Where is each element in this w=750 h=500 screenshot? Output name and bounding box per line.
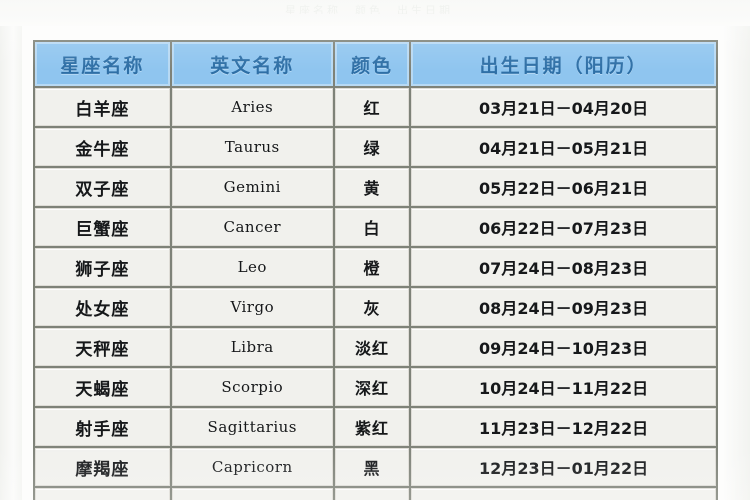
cell-constellation-name: 金牛座: [35, 128, 170, 166]
cell-constellation-name: 天蝎座: [35, 368, 170, 406]
page-top-strip: 星座名称 颜色 出生日期: [0, 0, 750, 26]
table-row: 巨蟹座 Cancer 白 06月22日－07月23日: [35, 208, 716, 246]
cell-constellation-name: 射手座: [35, 408, 170, 446]
cell-constellation-name: 巨蟹座: [35, 208, 170, 246]
cell-constellation-name: 水瓶座: [35, 488, 170, 500]
cell-english-name: Leo: [171, 248, 333, 286]
zodiac-table: 星座名称 英文名称 颜色 出生日期（阳历） 白羊座 Aries 红 03月21日－04…: [33, 40, 718, 500]
table-row: 白羊座 Aries 红 03月21日－04月20日: [35, 88, 716, 126]
cell-birth-date: 10月24日－11月22日: [411, 368, 716, 406]
column-header-english-name: 英文名称: [171, 42, 333, 86]
cell-birth-date: 11月23日－12月22日: [411, 408, 716, 446]
cell-color: 深红: [334, 368, 410, 406]
table-header-row: 星座名称 英文名称 颜色 出生日期（阳历）: [35, 42, 716, 86]
cell-birth-date: 06月22日－07月23日: [411, 208, 716, 246]
cell-constellation-name: 天秤座: [35, 328, 170, 366]
cell-color: 黑: [334, 448, 410, 486]
table-row: 天蝎座 Scorpio 深红 10月24日－11月22日: [35, 368, 716, 406]
cell-color: 黑: [334, 488, 410, 500]
table-row: 天秤座 Libra 淡红 09月24日－10月23日: [35, 328, 716, 366]
faint-cropped-heading: 星座名称 颜色 出生日期: [285, 4, 453, 14]
scanned-zodiac-table-page: 星座名称 颜色 出生日期 星座名称 英文名称 颜色 出生日期（阳历） 白羊座 Ar…: [0, 0, 750, 500]
cell-birth-date: 05月22日－06月21日: [411, 168, 716, 206]
cell-english-name: Libra: [171, 328, 333, 366]
table-row: 射手座 Sagittarius 紫红 11月23日－12月22日: [35, 408, 716, 446]
cell-english-name: Capricorn: [171, 448, 333, 486]
table-body: 白羊座 Aries 红 03月21日－04月20日 金牛座 Taurus 绿 04月21日－0…: [35, 88, 716, 500]
cell-color: 红: [334, 88, 410, 126]
cell-english-name: Sagittarius: [171, 408, 333, 446]
cell-english-name: Scorpio: [171, 368, 333, 406]
cell-birth-date: 04月21日－05月21日: [411, 128, 716, 166]
column-header-color: 颜色: [334, 42, 410, 86]
column-header-constellation-name: 星座名称: [35, 42, 170, 86]
table-row: 处女座 Virgo 灰 08月24日－09月23日: [35, 288, 716, 326]
page-margin-right: [724, 0, 750, 500]
cell-constellation-name: 处女座: [35, 288, 170, 326]
table-row: 金牛座 Taurus 绿 04月21日－05月21日: [35, 128, 716, 166]
cell-english-name: Cancer: [171, 208, 333, 246]
column-header-birth-date: 出生日期（阳历）: [411, 42, 716, 86]
cell-birth-date: 12月23日－01月22日: [411, 448, 716, 486]
cell-color: 绿: [334, 128, 410, 166]
cell-english-name: Aquarius: [171, 488, 333, 500]
cell-color: 淡红: [334, 328, 410, 366]
page-margin-left: [0, 0, 22, 500]
cell-birth-date: 08月24日－09月23日: [411, 288, 716, 326]
zodiac-table-container: 星座名称 英文名称 颜色 出生日期（阳历） 白羊座 Aries 红 03月21日－04…: [33, 40, 718, 500]
cell-color: 白: [334, 208, 410, 246]
cell-birth-date: 01月21日－02月19日: [411, 488, 716, 500]
cell-english-name: Virgo: [171, 288, 333, 326]
cell-english-name: Taurus: [171, 128, 333, 166]
cell-color: 紫红: [334, 408, 410, 446]
cell-english-name: Gemini: [171, 168, 333, 206]
cell-constellation-name: 狮子座: [35, 248, 170, 286]
cell-constellation-name: 双子座: [35, 168, 170, 206]
cell-color: 灰: [334, 288, 410, 326]
cell-color: 黄: [334, 168, 410, 206]
cell-english-name: Aries: [171, 88, 333, 126]
cell-constellation-name: 摩羯座: [35, 448, 170, 486]
cell-birth-date: 03月21日－04月20日: [411, 88, 716, 126]
cell-constellation-name: 白羊座: [35, 88, 170, 126]
table-row: 摩羯座 Capricorn 黑 12月23日－01月22日: [35, 448, 716, 486]
table-header: 星座名称 英文名称 颜色 出生日期（阳历）: [35, 42, 716, 86]
cell-birth-date: 07月24日－08月23日: [411, 248, 716, 286]
table-row: 双子座 Gemini 黄 05月22日－06月21日: [35, 168, 716, 206]
cell-birth-date: 09月24日－10月23日: [411, 328, 716, 366]
table-row: 水瓶座Aquarius黑01月21日－02月19日: [35, 488, 716, 500]
cell-color: 橙: [334, 248, 410, 286]
table-row: 狮子座 Leo 橙 07月24日－08月23日: [35, 248, 716, 286]
